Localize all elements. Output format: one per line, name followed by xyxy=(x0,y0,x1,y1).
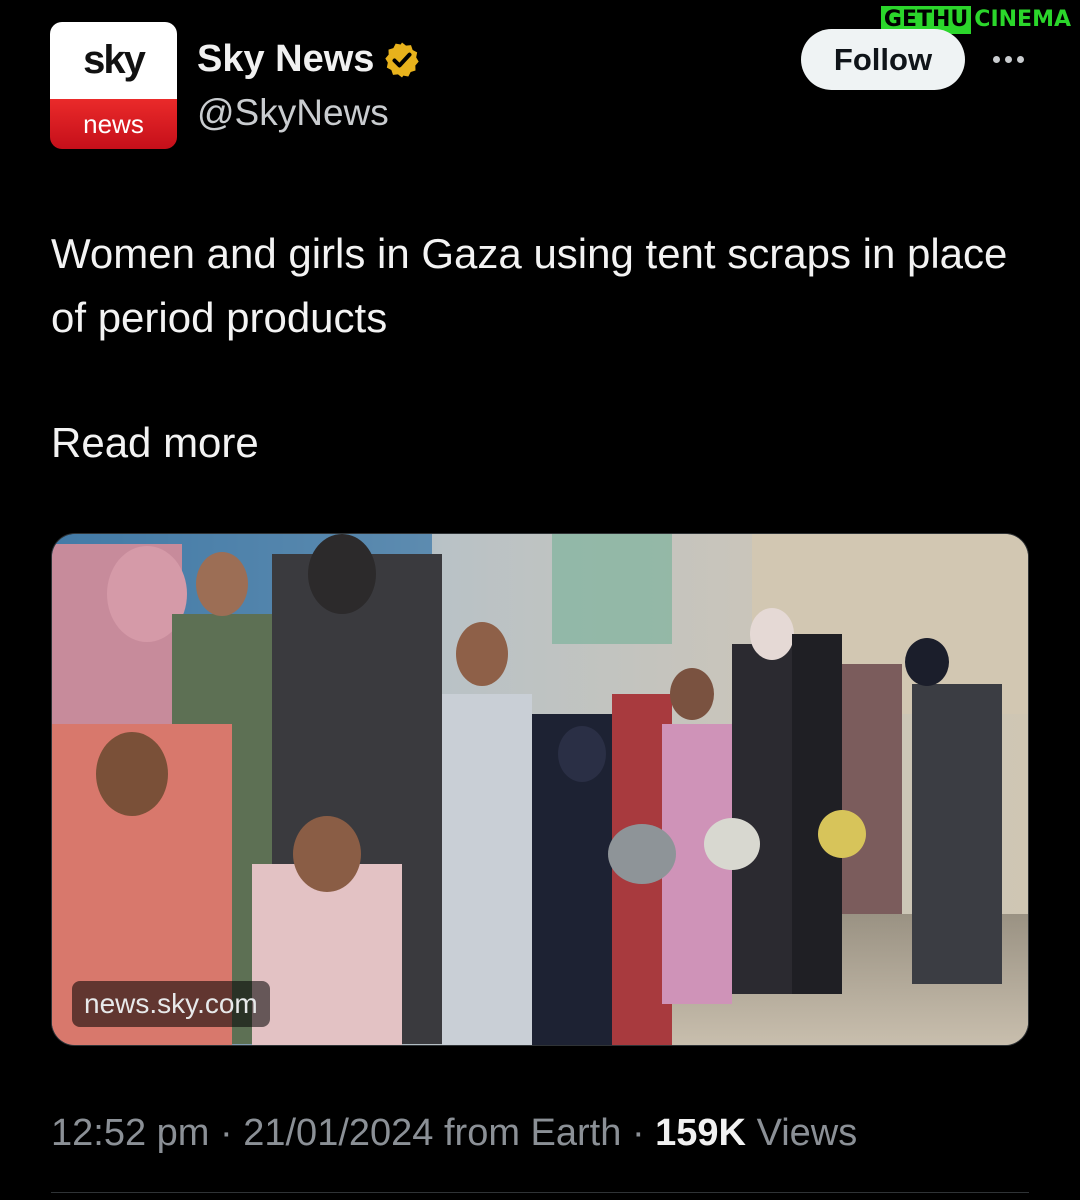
watermark-part-b: CINEMA xyxy=(974,7,1071,32)
follow-button[interactable]: Follow xyxy=(801,29,965,90)
tweet-page: GETHU CINEMA sky news Sky News @SkyNews F… xyxy=(0,0,1080,1200)
meta-separator: · xyxy=(631,1112,645,1154)
verified-badge-icon xyxy=(385,42,420,77)
link-domain-badge: news.sky.com xyxy=(72,981,270,1027)
meta-separator: · xyxy=(220,1112,233,1154)
author-handle[interactable]: @SkyNews xyxy=(197,92,389,134)
avatar[interactable]: sky news xyxy=(50,22,177,149)
tweet-text: Women and girls in Gaza using tent scrap… xyxy=(51,230,1008,341)
tweet-meta: 12:52 pm · 21/01/2024 from Earth · 159K … xyxy=(51,1112,857,1155)
author-name-row[interactable]: Sky News xyxy=(197,38,422,81)
read-more-link[interactable]: Read more xyxy=(51,413,259,473)
divider xyxy=(51,1192,1029,1193)
views-label: Views xyxy=(756,1112,858,1154)
avatar-logo-bottom: news xyxy=(50,99,177,149)
tweet-date[interactable]: 21/01/2024 xyxy=(243,1112,433,1154)
tweet-location: from Earth xyxy=(443,1112,622,1154)
news-photo xyxy=(52,534,1028,1045)
more-icon[interactable] xyxy=(985,44,1031,74)
author-display-name[interactable]: Sky News xyxy=(197,38,374,81)
tweet-time[interactable]: 12:52 pm xyxy=(51,1112,209,1154)
media-card[interactable]: news.sky.com xyxy=(51,533,1029,1046)
avatar-logo-top: sky xyxy=(50,22,177,100)
views-count[interactable]: 159K xyxy=(655,1112,746,1154)
